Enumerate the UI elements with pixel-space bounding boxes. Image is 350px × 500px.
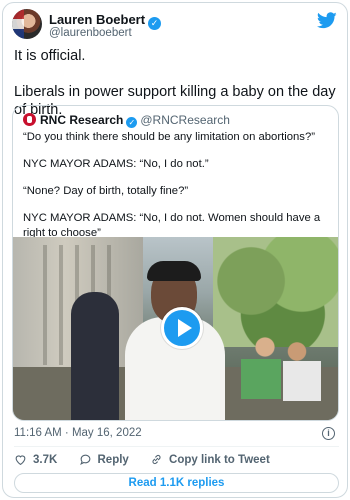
twitter-bird-icon[interactable]	[317, 12, 337, 29]
quoted-author-avatar	[23, 113, 36, 126]
like-button[interactable]: 3.7K	[14, 453, 57, 466]
quoted-paragraph-2: NYC MAYOR ADAMS: “No, I do not.”	[23, 158, 209, 170]
author-avatar[interactable]	[12, 9, 42, 39]
play-icon[interactable]	[161, 307, 203, 349]
video-scene-bystander	[71, 292, 119, 420]
divider	[14, 446, 339, 447]
tweet-timestamp[interactable]: 11:16 AM · May 16, 2022	[14, 427, 142, 439]
tweet-actions: 3.7K Reply Copy link to Tweet	[14, 453, 288, 467]
video-scene-crowd	[241, 329, 321, 419]
reply-label: Reply	[97, 453, 129, 466]
quoted-author-handle: @RNCResearch	[140, 113, 230, 127]
quoted-tweet-header[interactable]: RNC Research ✓ @RNCResearch	[23, 113, 230, 128]
like-count: 3.7K	[33, 453, 58, 466]
author-display-name[interactable]: Lauren Boebert	[49, 12, 145, 27]
copy-link-button[interactable]: Copy link to Tweet	[150, 453, 270, 466]
copy-link-label: Copy link to Tweet	[169, 453, 270, 466]
quoted-tweet[interactable]: RNC Research ✓ @RNCResearch “Do you think …	[12, 105, 339, 421]
read-replies-button[interactable]: Read 1.1K replies	[14, 473, 339, 493]
heart-icon	[15, 455, 26, 466]
reply-button[interactable]: Reply	[79, 453, 129, 466]
quoted-author-name: RNC Research	[40, 113, 124, 127]
quoted-video[interactable]	[13, 237, 338, 420]
link-icon	[152, 454, 161, 465]
quoted-tweet-text: “Do you think there should be any limita…	[23, 130, 328, 253]
tweet-card: Lauren Boebert ✓ @laurenboebert It is off…	[2, 2, 348, 498]
quoted-verified-badge-icon: ✓	[126, 117, 138, 128]
tweet-author[interactable]: Lauren Boebert ✓ @laurenboebert	[12, 9, 332, 43]
verified-badge-icon: ✓	[148, 17, 162, 30]
author-handle[interactable]: @laurenboebert	[49, 27, 132, 39]
info-icon[interactable]: i	[322, 427, 335, 440]
quoted-paragraph-3: “None? Day of birth, totally fine?”	[23, 185, 189, 197]
reply-bubble-icon	[79, 454, 90, 465]
quoted-paragraph-1: “Do you think there should be any limita…	[23, 131, 316, 143]
tweet-text-line-1: It is official.	[14, 48, 86, 64]
